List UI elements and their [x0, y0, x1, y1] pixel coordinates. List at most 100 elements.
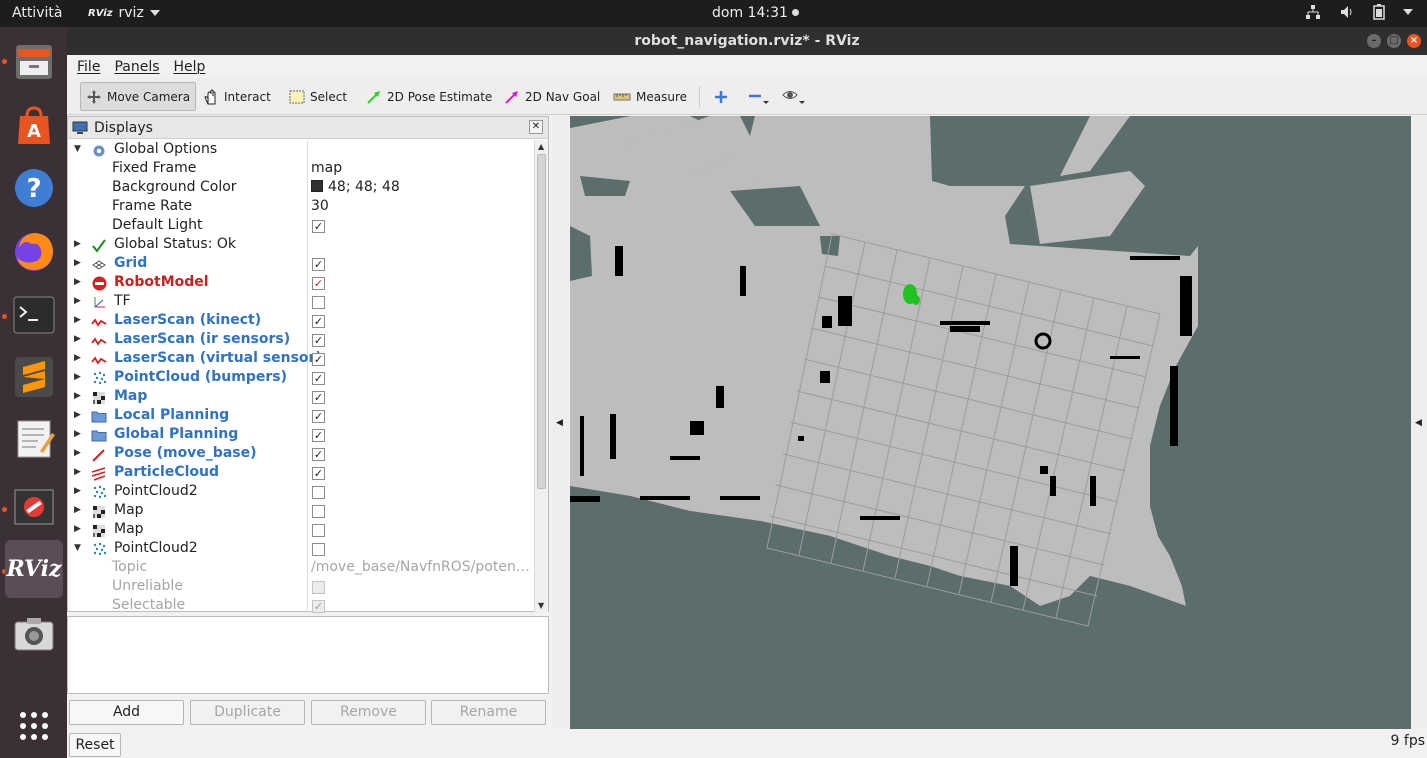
system-tray[interactable] [1305, 4, 1413, 20]
tree-pointcloud2-a[interactable]: ▶ PointCloud2 [68, 483, 534, 502]
pose-estimate-tool[interactable]: 2D Pose Estimate [361, 82, 497, 111]
collapsed-arrow-icon[interactable]: ▶ [74, 258, 84, 270]
collapsed-arrow-icon[interactable]: ▶ [74, 334, 84, 346]
measure-tool[interactable]: Measure [608, 82, 692, 111]
tree-tf[interactable]: ▶ TF [68, 293, 534, 312]
enabled-checkbox[interactable]: ✓ [312, 372, 325, 385]
enabled-checkbox[interactable] [312, 581, 325, 594]
nav-goal-tool[interactable]: 2D Nav Goal [499, 82, 605, 111]
collapsed-arrow-icon[interactable]: ▶ [74, 239, 84, 251]
view-options-button[interactable] [777, 82, 811, 111]
tree-map-1[interactable]: ▶ Map ✓ [68, 388, 534, 407]
collapsed-arrow-icon[interactable]: ▶ [74, 391, 84, 403]
expanded-arrow-icon[interactable]: ▼ [74, 543, 84, 555]
system-menu-chevron-icon[interactable] [1403, 9, 1413, 15]
collapsed-arrow-icon[interactable]: ▶ [74, 486, 84, 498]
collapsed-arrow-icon[interactable]: ▶ [74, 296, 84, 308]
scroll-up-icon[interactable]: ▲ [538, 142, 544, 151]
enabled-checkbox[interactable]: ✓ [312, 391, 325, 404]
rviz-icon[interactable]: RViz [5, 540, 63, 598]
scrollbar-thumb[interactable] [537, 154, 546, 489]
close-panel-icon[interactable]: ✕ [529, 120, 543, 134]
battery-icon[interactable] [1373, 4, 1385, 20]
menu-help[interactable]: Help [174, 59, 206, 75]
enabled-checkbox[interactable]: ✓ [312, 410, 325, 423]
no-entry-icon[interactable] [5, 478, 63, 536]
color-swatch[interactable] [311, 180, 323, 192]
tree-pointcloud2-b[interactable]: ▼ PointCloud2 [68, 540, 534, 559]
scroll-down-icon[interactable]: ▼ [538, 601, 544, 610]
enabled-checkbox[interactable] [312, 524, 325, 537]
enabled-checkbox[interactable] [312, 505, 325, 518]
clock[interactable]: dom 14:31 [712, 5, 799, 21]
collapsed-arrow-icon[interactable]: ▶ [74, 524, 84, 536]
tree-global-options[interactable]: ▼ Global Options [68, 141, 534, 160]
tree-robot-model[interactable]: ▶ RobotModel ✓ [68, 274, 534, 293]
reset-button[interactable]: Reset [69, 733, 121, 757]
tree-particle-cloud[interactable]: ▶ ParticleCloud ✓ [68, 464, 534, 483]
tree-map-2[interactable]: ▶ Map [68, 502, 534, 521]
row-value[interactable]: 48; 48; 48 [311, 179, 531, 195]
screenshot-icon[interactable] [5, 605, 63, 663]
text-editor-icon[interactable] [5, 410, 63, 468]
rename-button[interactable]: Rename [431, 700, 546, 725]
tree-map-3[interactable]: ▶ Map [68, 521, 534, 540]
enabled-checkbox[interactable] [312, 543, 325, 556]
row-value[interactable]: map [311, 160, 531, 176]
enabled-checkbox[interactable]: ✓ [312, 277, 325, 290]
window-titlebar[interactable]: robot_navigation.rviz* - RViz – □ × [67, 27, 1427, 55]
collapsed-arrow-icon[interactable]: ▶ [74, 410, 84, 422]
enabled-checkbox[interactable]: ✓ [312, 600, 325, 613]
displays-scrollbar[interactable]: ▲ ▼ [534, 140, 548, 612]
enabled-checkbox[interactable]: ✓ [312, 467, 325, 480]
collapsed-arrow-icon[interactable]: ▶ [74, 467, 84, 479]
duplicate-button[interactable]: Duplicate [190, 700, 305, 725]
maximize-button[interactable]: □ [1387, 34, 1401, 48]
displays-tree[interactable]: ▼ Global Options Fixed Frame map Background … [68, 141, 534, 613]
expanded-arrow-icon[interactable]: ▼ [74, 144, 84, 156]
enabled-checkbox[interactable]: ✓ [312, 258, 325, 271]
collapsed-arrow-icon[interactable]: ▶ [74, 448, 84, 460]
collapse-right-icon[interactable]: ◀ [1415, 418, 1422, 428]
prop-default-light[interactable]: Default Light ✓ [68, 217, 534, 236]
collapsed-arrow-icon[interactable]: ▶ [74, 505, 84, 517]
volume-icon[interactable] [1339, 4, 1355, 20]
software-icon[interactable]: A [5, 97, 63, 155]
collapsed-arrow-icon[interactable]: ▶ [74, 277, 84, 289]
enabled-checkbox[interactable] [312, 296, 325, 309]
interact-tool[interactable]: Interact [198, 82, 276, 111]
firefox-icon[interactable] [5, 222, 63, 280]
enabled-checkbox[interactable]: ✓ [312, 220, 325, 233]
terminal-icon[interactable] [5, 286, 63, 344]
close-window-button[interactable]: × [1407, 34, 1421, 48]
collapsed-arrow-icon[interactable]: ▶ [74, 429, 84, 441]
show-apps-icon[interactable] [5, 697, 63, 755]
minimize-button[interactable]: – [1367, 34, 1381, 48]
prop-background-color[interactable]: Background Color 48; 48; 48 [68, 179, 534, 198]
select-tool[interactable]: Select [284, 82, 352, 111]
tree-global-status[interactable]: ▶ Global Status: Ok [68, 236, 534, 255]
remove-tool-button[interactable] [743, 82, 775, 111]
tree-pointcloud-bumpers[interactable]: ▶ PointCloud (bumpers) ✓ [68, 369, 534, 388]
row-value[interactable]: 30 [311, 198, 531, 214]
menu-file[interactable]: File [77, 59, 100, 75]
add-tool-button[interactable] [709, 82, 733, 111]
network-icon[interactable] [1305, 4, 1321, 20]
enabled-checkbox[interactable] [312, 486, 325, 499]
prop-topic[interactable]: Topic/move_base/NavfnROS/poten… [68, 559, 534, 578]
files-icon[interactable] [5, 32, 63, 90]
sublime-icon[interactable] [5, 348, 63, 406]
tree-grid[interactable]: ▶ Grid ✓ [68, 255, 534, 274]
move-camera-tool[interactable]: Move Camera [80, 82, 197, 111]
collapsed-arrow-icon[interactable]: ▶ [74, 353, 84, 365]
prop-frame-rate[interactable]: Frame Rate 30 [68, 198, 534, 217]
add-button[interactable]: Add [69, 700, 184, 725]
remove-button[interactable]: Remove [311, 700, 426, 725]
tree-global-planning[interactable]: ▶ Global Planning ✓ [68, 426, 534, 445]
tree-laser-virtual[interactable]: ▶ LaserScan (virtual sensor) ✓ [68, 350, 534, 369]
collapsed-arrow-icon[interactable]: ▶ [74, 315, 84, 327]
collapsed-arrow-icon[interactable]: ▶ [74, 372, 84, 384]
help-icon[interactable]: ? [5, 159, 63, 217]
enabled-checkbox[interactable]: ✓ [312, 448, 325, 461]
row-value[interactable]: /move_base/NavfnROS/poten… [311, 559, 531, 575]
